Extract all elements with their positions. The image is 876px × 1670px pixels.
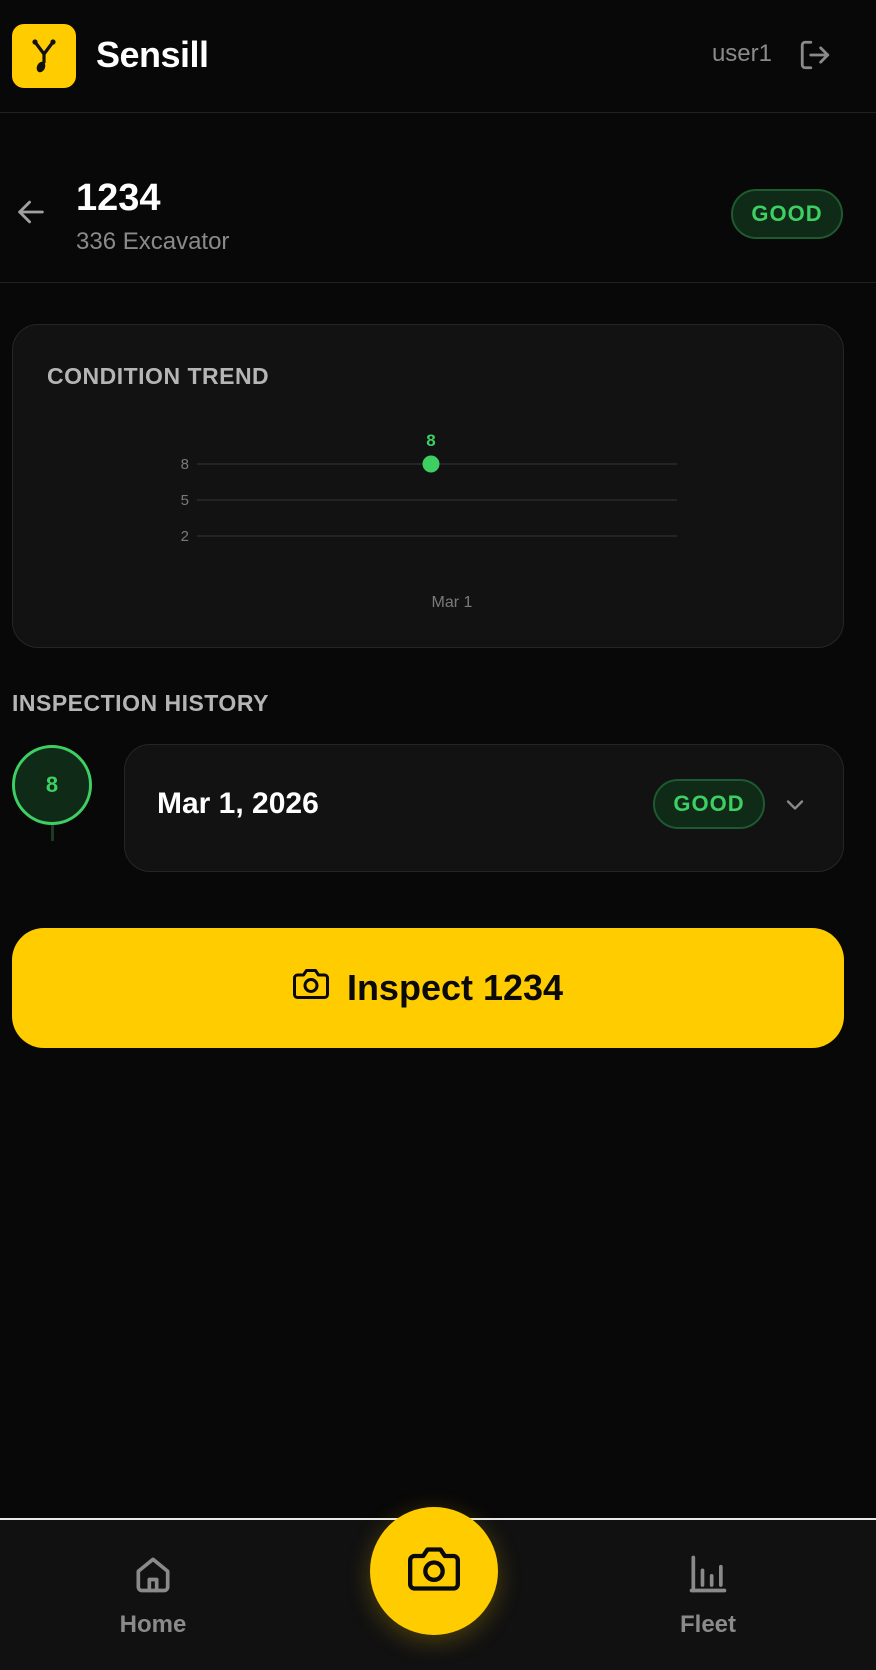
asset-detail-page: Sensill user1 1234 336 Excavator GOOD CO…	[0, 0, 876, 1670]
back-arrow-icon[interactable]	[14, 195, 48, 229]
logout-icon[interactable]	[798, 38, 832, 72]
data-label: 8	[426, 431, 435, 450]
nav-home[interactable]: Home	[83, 1552, 223, 1652]
camera-icon	[408, 1543, 460, 1600]
sensor-logo-icon[interactable]	[12, 24, 76, 88]
brand-name: Sensill	[96, 34, 209, 75]
nav-fleet-label: Fleet	[679, 1611, 736, 1638]
inspect-button-label: Inspect 1234	[346, 967, 564, 1008]
history-item-date: Mar 1, 2026	[157, 787, 319, 820]
condition-trend-card: CONDITION TREND 8 5 2 Mar 18	[12, 324, 844, 648]
bar-chart-icon	[686, 1552, 730, 1601]
chevron-down-icon[interactable]	[781, 791, 809, 819]
condition-trend-chart: 8 5 2 Mar 1 8	[181, 431, 677, 611]
history-status-badge: GOOD	[653, 779, 765, 829]
home-icon	[131, 1552, 175, 1601]
status-badge: GOOD	[731, 189, 843, 239]
inspection-history-title: INSPECTION HISTORY	[12, 690, 269, 716]
y-tick-label: 2	[181, 528, 189, 545]
nav-camera-button[interactable]	[370, 1507, 498, 1635]
nav-home-label: Home	[119, 1611, 187, 1638]
timeline-connector	[51, 825, 54, 841]
username-label: user1	[711, 40, 772, 67]
y-tick-label: 5	[181, 492, 189, 509]
top-bar: Sensill user1	[0, 0, 876, 113]
inspect-button[interactable]: Inspect 1234	[12, 928, 844, 1048]
x-tick-label: Mar 1	[432, 594, 473, 611]
data-point	[422, 455, 440, 473]
camera-icon	[292, 966, 329, 1011]
y-tick-label: 8	[181, 456, 189, 473]
history-item[interactable]: Mar 1, 2026 GOOD	[124, 744, 844, 872]
asset-model: 336 Excavator	[76, 228, 230, 255]
score-circle: 8	[12, 745, 92, 825]
asset-id: 1234	[76, 177, 161, 219]
nav-fleet[interactable]: Fleet	[638, 1552, 778, 1652]
asset-header: 1234 336 Excavator GOOD	[0, 113, 876, 283]
